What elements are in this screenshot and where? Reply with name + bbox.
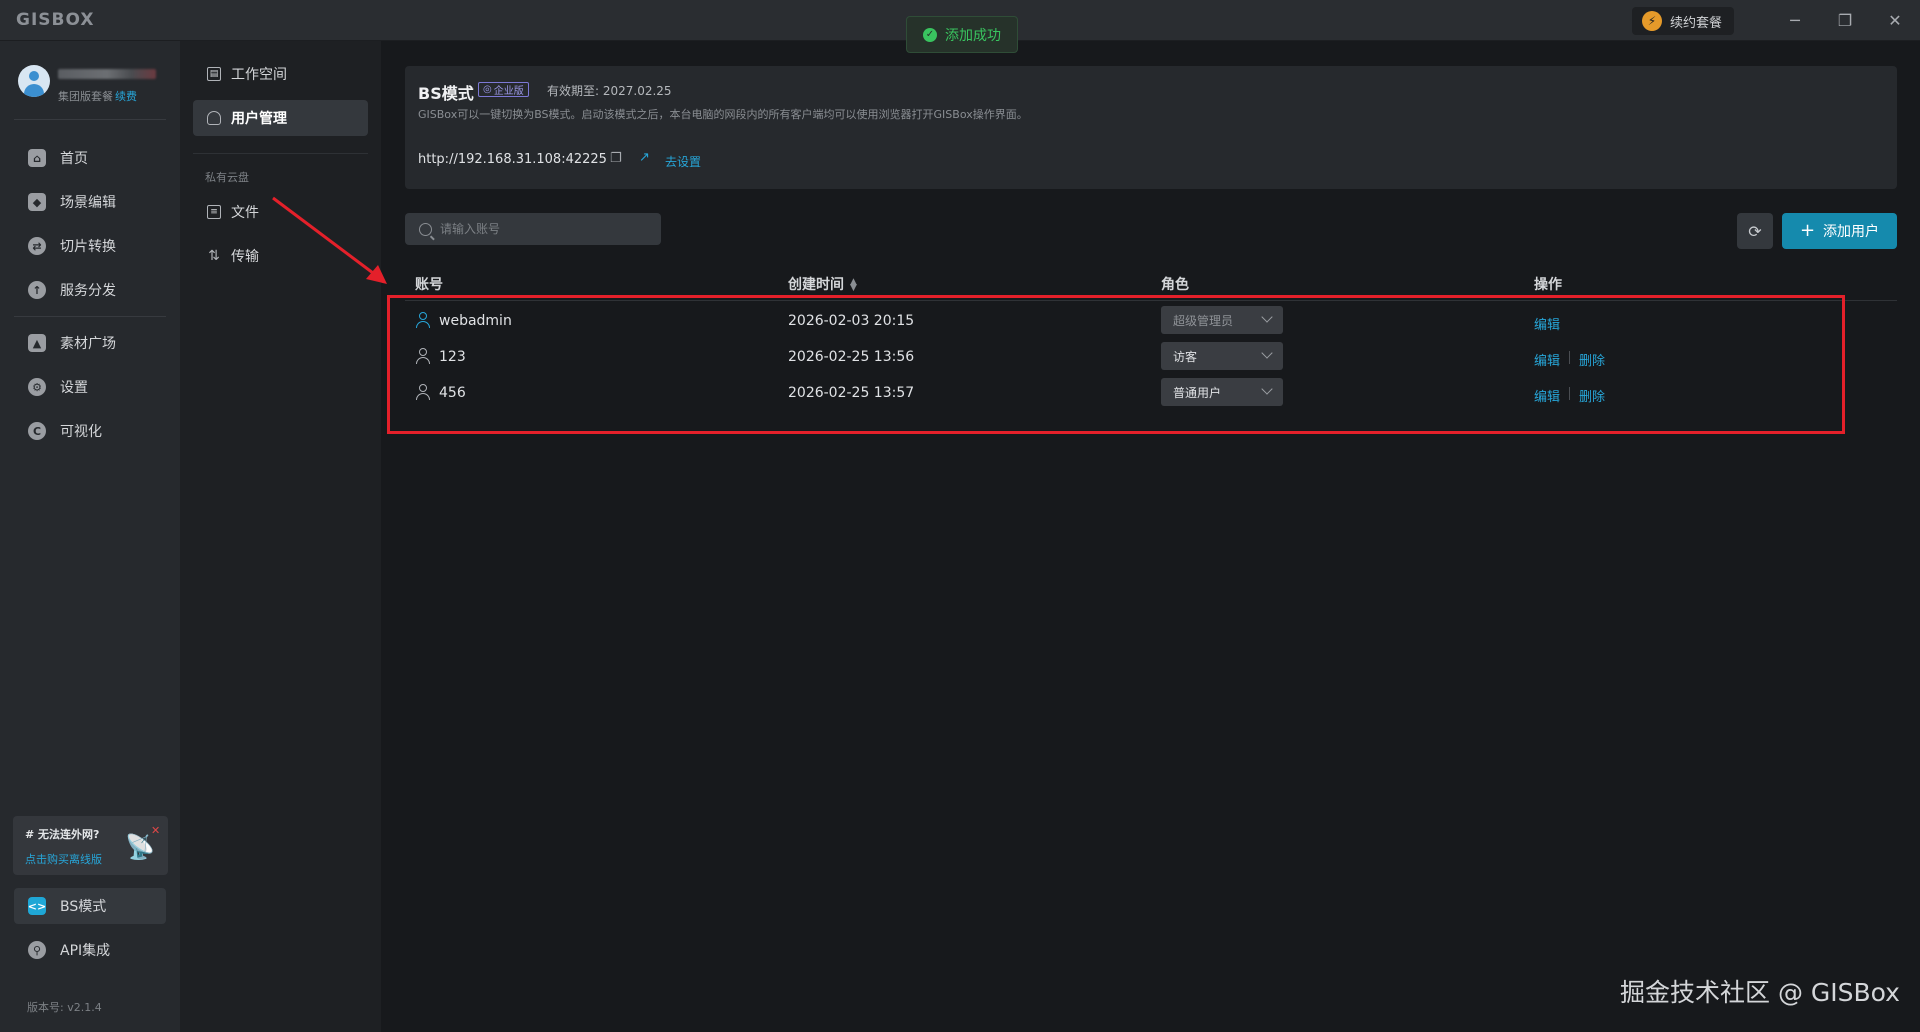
transfer-icon: ⇅ [208,248,220,264]
goto-settings-link[interactable]: 去设置 [665,153,701,170]
disconnected-icon: ✕ [151,824,161,837]
home-icon: ⌂ [28,149,46,167]
annotation-arrow [272,196,387,284]
highlight-box [387,295,1845,434]
bs-mode-url[interactable]: http://192.168.31.108:42225 [418,152,607,167]
sidebar-item-label: API集成 [60,943,111,959]
file-icon: ≡ [207,205,221,219]
sidebar-item-home[interactable]: ⌂ 首页 [14,140,166,176]
subnav-label: 传输 [231,249,259,265]
version-label: 版本号: v2.1.4 [27,1001,102,1014]
toast-text: 添加成功 [945,27,1001,44]
divider [193,153,368,154]
subnav-user-management[interactable]: 用户管理 [193,100,368,136]
divider [14,119,166,120]
check-circle-icon: ✓ [923,27,937,42]
account-search[interactable] [405,213,661,245]
search-input[interactable] [440,222,640,236]
sidebar-item-api[interactable]: ⚲ API集成 [14,932,166,968]
renew-plan-button[interactable]: ⚡ 续约套餐 [1632,7,1735,35]
sidebar-item-label: 素材广场 [60,336,116,352]
offline-promo-card[interactable]: # 无法连外网? 点击购买离线版 📡 ✕ [13,816,168,875]
bs-mode-description: GISBox可以一键切换为BS模式。启动该模式之后，本台电脑的网段内的所有客户端… [418,108,1028,121]
close-button[interactable]: ✕ [1880,6,1910,34]
subnav-label: 文件 [231,205,259,221]
enterprise-badge: ◎ 企业版 [478,82,529,97]
buy-offline-link[interactable]: 点击购买离线版 [25,851,102,867]
offline-promo-title: # 无法连外网? [25,828,100,841]
restore-button[interactable]: ❐ [1830,6,1860,34]
column-header-actions: 操作 [1534,277,1562,293]
refresh-button[interactable]: ⟳ [1737,213,1773,249]
bs-mode-title: BS模式 [418,84,474,103]
lightning-icon: ⚡ [1642,11,1662,31]
column-header-created-label: 创建时间 [788,277,844,293]
cube-icon: ◆ [28,193,46,211]
workspace-icon: ▤ [207,67,221,81]
plan-info: 集团版套餐 续费 [58,88,137,104]
user-icon [207,111,221,125]
code-icon: <> [28,897,46,915]
sidebar-item-asset-square[interactable]: ▲ 素材广场 [14,325,166,361]
external-link-icon[interactable]: ↗ [639,150,653,165]
sidebar-item-label: 设置 [60,380,88,396]
user-info[interactable]: 集团版套餐 续费 [18,63,168,107]
column-header-account: 账号 [415,277,443,293]
sort-icon[interactable]: ▲ ▼ [850,278,857,293]
badge-check-icon: ◎ [483,84,492,95]
sidebar-item-label: 可视化 [60,424,102,440]
upload-icon: ↑ [28,281,46,299]
plus-icon: + [1799,220,1816,241]
image-icon: ▲ [28,334,46,352]
chart-icon: C [28,422,46,440]
gear-icon: ⚙ [28,378,46,396]
sidebar-item-label: BS模式 [60,899,107,915]
private-cloud-heading: 私有云盘 [205,171,249,184]
sidebar-item-tile-convert[interactable]: ⇄ 切片转换 [14,228,166,264]
api-icon: ⚲ [28,941,46,959]
sidebar-item-settings[interactable]: ⚙ 设置 [14,369,166,405]
subnav-workspace[interactable]: ▤ 工作空间 [193,56,368,92]
copy-icon[interactable]: ❐ [610,151,624,166]
bs-mode-card: BS模式 ◎ 企业版 有效期至: 2027.02.25 GISBox可以一键切换为… [405,66,1897,189]
enterprise-badge-label: 企业版 [493,86,524,97]
renew-plan-label: 续约套餐 [1670,15,1723,31]
sidebar-item-label: 场景编辑 [60,195,116,211]
plan-name: 集团版套餐 [58,90,113,103]
column-header-role: 角色 [1161,277,1189,293]
username-redacted [58,69,156,79]
column-header-created[interactable]: 创建时间 ▲ ▼ [788,274,857,294]
refresh-icon: ⟳ [1748,221,1762,241]
sidebar-item-label: 切片转换 [60,239,116,255]
avatar[interactable] [18,65,50,97]
add-user-label: 添加用户 [1823,224,1880,240]
convert-icon: ⇄ [28,237,46,255]
minimize-button[interactable]: ─ [1780,6,1810,34]
search-icon [419,222,432,236]
app-logo: GISBOX [16,10,95,30]
subnav-label: 用户管理 [231,111,287,127]
renew-link[interactable]: 续费 [115,90,137,103]
subnav-label: 工作空间 [231,67,287,83]
success-toast: ✓ 添加成功 [906,16,1018,53]
sidebar-item-label: 服务分发 [60,283,116,299]
expiry-date: 有效期至: 2027.02.25 [547,84,672,98]
watermark: 掘金技术社区 @ GISBox [1620,978,1900,1007]
sidebar-item-label: 首页 [60,151,88,167]
add-user-button[interactable]: + 添加用户 [1782,213,1897,249]
divider [14,316,166,317]
sidebar-item-bs-mode[interactable]: <> BS模式 [14,888,166,924]
sidebar-item-service-publish[interactable]: ↑ 服务分发 [14,272,166,308]
sidebar-item-visualization[interactable]: C 可视化 [14,413,166,449]
sidebar: 集团版套餐 续费 ⌂ 首页 ◆ 场景编辑 ⇄ 切片转换 ↑ 服务分发 ▲ 素材广场… [0,41,180,1032]
sidebar-item-scene-edit[interactable]: ◆ 场景编辑 [14,184,166,220]
